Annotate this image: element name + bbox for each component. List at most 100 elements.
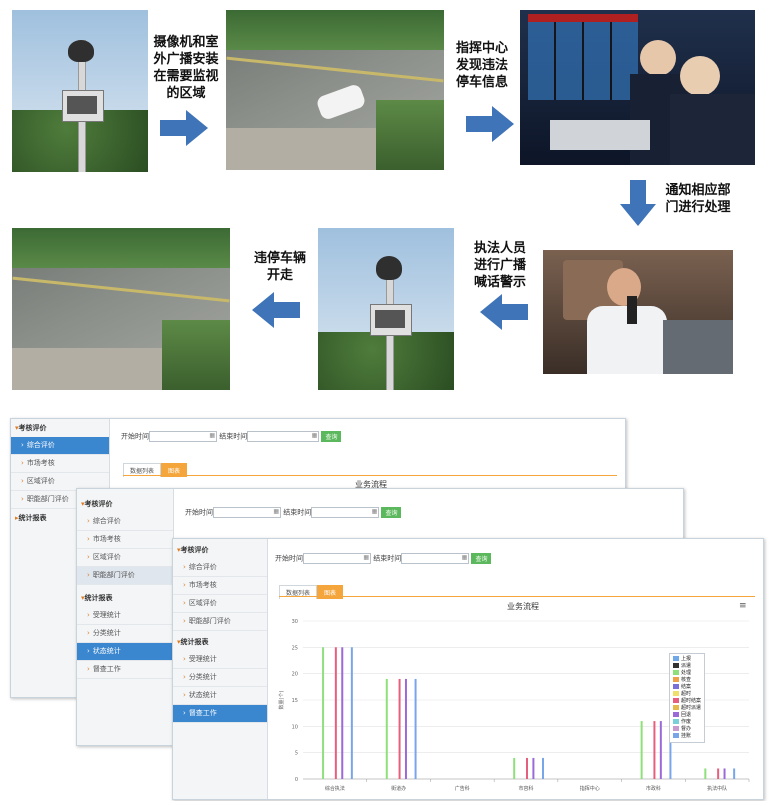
tab-underline [279, 596, 755, 597]
query-button[interactable]: 查询 [321, 431, 342, 442]
sidebar-group[interactable]: ▾考核评价 [11, 419, 109, 437]
sidebar-item[interactable]: › 区域评价 [173, 595, 267, 613]
y-tick-label: 20 [292, 672, 298, 678]
start-date-input[interactable]: ▦ [213, 507, 281, 518]
bar [659, 721, 662, 779]
sidebar-item[interactable]: › 督查工作 [173, 705, 267, 723]
sidebar: ▾考核评价 › 综合评价 › 市场考核 › 区域评价 › 职能部门评价 ▾统计报表 › 受… [173, 539, 268, 799]
front-window: ▾考核评价 › 综合评价 › 市场考核 › 区域评价 › 职能部门评价 ▾统计报表 › 受… [172, 538, 764, 800]
bar [341, 647, 344, 779]
legend-item[interactable]: 超时派遣 [673, 705, 701, 712]
legend-swatch [673, 691, 679, 696]
bar [704, 768, 707, 779]
sidebar-item[interactable]: › 区域评价 [77, 549, 173, 567]
sidebar-item[interactable]: › 职能部门评价 [77, 567, 173, 585]
end-date-input[interactable]: ▦ [311, 507, 380, 518]
legend-label: 处理 [681, 670, 692, 676]
sidebar-item[interactable]: › 综合评价 [11, 437, 109, 455]
y-tick-label: 30 [292, 619, 298, 625]
calendar-icon: ▦ [311, 432, 318, 439]
legend-swatch [673, 705, 679, 710]
legend-item[interactable]: 作废 [673, 719, 701, 726]
sidebar-item[interactable]: › 状态统计 [173, 687, 267, 705]
legend-item[interactable]: 回退 [673, 712, 701, 719]
y-tick-label: 0 [295, 777, 298, 783]
legend-swatch [673, 656, 679, 661]
legend-swatch [673, 663, 679, 668]
legend-swatch [673, 712, 679, 717]
sidebar-item[interactable]: › 职能部门评价 [173, 613, 267, 631]
legend-label: 督办 [681, 726, 692, 732]
camera-pole-photo-2 [318, 228, 454, 390]
calendar-icon: ▦ [363, 554, 369, 561]
legend-item[interactable]: 督办 [673, 726, 701, 733]
legend-label: 超时结案 [681, 698, 702, 704]
arrow-down-icon [620, 180, 656, 226]
sidebar-item[interactable]: › 分类统计 [173, 669, 267, 687]
bar [542, 757, 544, 779]
sidebar-item[interactable]: › 市场考核 [77, 531, 173, 549]
x-tick-label: 执法中队 [707, 785, 727, 792]
legend-swatch [673, 733, 679, 738]
calendar-icon: ▦ [371, 508, 378, 515]
legend-swatch [673, 670, 679, 675]
bar [653, 721, 656, 779]
bar [526, 757, 528, 779]
flow-step-2-text: 指挥中心发现违法停车信息 [455, 41, 508, 90]
sidebar-item[interactable]: › 市场考核 [173, 577, 267, 595]
sidebar-item[interactable]: › 分类统计 [77, 625, 173, 643]
legend-item[interactable]: 超时结案 [673, 698, 701, 705]
sidebar-item[interactable]: › 综合评价 [173, 559, 267, 577]
chart-legend: 上报 派遣 处理 核查 结案 超时 超时结案 超时派遣 回退 作废 督办 挂账 [669, 653, 706, 743]
legend-item[interactable]: 结案 [673, 684, 701, 691]
bar [717, 768, 720, 779]
sidebar-item[interactable]: › 受理统计 [77, 607, 173, 625]
legend-item[interactable]: 派遣 [673, 663, 701, 670]
empty-road-photo [12, 228, 230, 390]
x-tick-label: 街道办 [391, 785, 406, 792]
sidebar-group[interactable]: ▾考核评价 [77, 495, 173, 513]
end-date-input[interactable]: ▦ [401, 553, 470, 564]
bar [513, 757, 516, 779]
sidebar-item[interactable]: › 状态统计 [77, 643, 173, 661]
menu-icon[interactable]: ≡ [739, 601, 747, 611]
legend-item[interactable]: 处理 [673, 670, 701, 677]
sidebar-item[interactable]: › 受理统计 [173, 651, 267, 669]
arrow-left-icon [480, 294, 528, 330]
x-tick-label: 综合执法 [325, 785, 345, 792]
x-tick-label: 市容科 [518, 785, 533, 792]
bar [532, 757, 535, 779]
calendar-icon: ▦ [209, 432, 215, 439]
legend-label: 结案 [681, 684, 692, 690]
legend-swatch [673, 677, 679, 682]
sidebar-item[interactable]: › 市场考核 [11, 455, 109, 473]
legend-item[interactable]: 核查 [673, 677, 701, 684]
arrow-right-icon [160, 110, 208, 146]
legend-item[interactable]: 上报 [673, 656, 701, 663]
y-tick-label: 25 [292, 645, 298, 651]
filter-bar: 开始时间 ▦ 结束时间 ▦ 查询 [121, 431, 342, 442]
y-axis-label: 数量(个) [278, 691, 285, 710]
legend-item[interactable]: 挂账 [673, 733, 701, 740]
query-button[interactable]: 查询 [471, 553, 492, 564]
bar [334, 647, 337, 779]
legend-item[interactable]: 超时 [673, 691, 701, 698]
legend-label: 回退 [681, 712, 692, 718]
legend-swatch [673, 719, 679, 724]
end-date-input[interactable]: ▦ [247, 431, 320, 442]
legend-label: 派遣 [681, 663, 692, 669]
query-button[interactable]: 查询 [381, 507, 402, 518]
flow-step-5-text: 违停车辆开走 [253, 251, 306, 283]
start-date-input[interactable]: ▦ [149, 431, 217, 442]
sidebar: ▾考核评价 › 综合评价 › 市场考核 › 区域评价 › 职能部门评价 ▾统计报表 › 受… [77, 489, 174, 745]
sidebar-group[interactable]: ▾考核评价 [173, 541, 267, 559]
legend-label: 作废 [681, 719, 692, 725]
tab-underline [123, 475, 617, 476]
start-date-input[interactable]: ▦ [303, 553, 371, 564]
camera-pole-photo [12, 10, 148, 172]
sidebar-group[interactable]: ▾统计报表 [173, 633, 267, 651]
sidebar-group[interactable]: ▾统计报表 [77, 589, 173, 607]
x-tick-label: 市政科 [646, 785, 661, 792]
sidebar-item[interactable]: › 督查工作 [77, 661, 173, 679]
sidebar-item[interactable]: › 综合评价 [77, 513, 173, 531]
